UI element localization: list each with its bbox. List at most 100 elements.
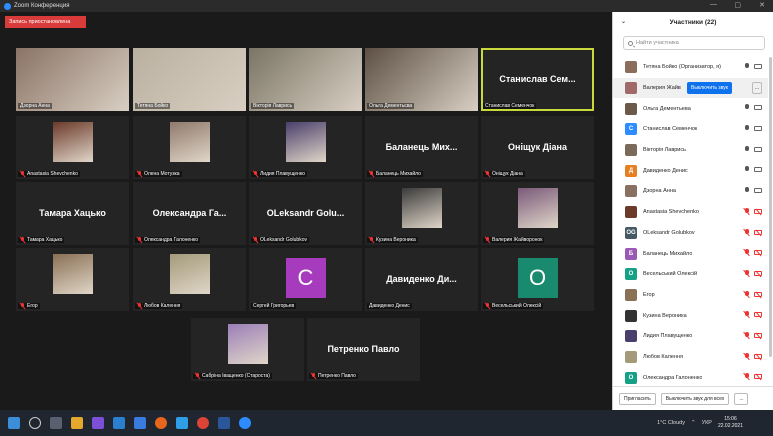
- mic-muted-icon: [745, 290, 749, 298]
- participant-row[interactable]: Вікторія Лаврись: [613, 140, 768, 161]
- mute-participant-button[interactable]: Выключить звук: [687, 81, 732, 94]
- participant-display-name: Давиденко Ди...: [386, 273, 457, 284]
- participant-row[interactable]: Б Баланець Михайло: [613, 243, 768, 264]
- camera-off-icon: [754, 229, 762, 235]
- system-tray: 1°C Cloudy ⌃ УКР 15:06 22.02.2021: [657, 416, 743, 430]
- more-options-button[interactable]: ...: [734, 392, 749, 405]
- video-tile[interactable]: Егор: [16, 248, 129, 311]
- mic-icon: [745, 63, 749, 70]
- edge-icon[interactable]: [113, 417, 125, 429]
- firefox-icon[interactable]: [155, 417, 167, 429]
- participant-name-label: OLeksandr Golubkov: [251, 237, 309, 243]
- camera-icon: [754, 167, 762, 173]
- video-tile[interactable]: Дзорна Анна: [16, 48, 129, 111]
- zoom-taskbar-icon[interactable]: [239, 417, 251, 429]
- file-explorer-icon[interactable]: [71, 417, 83, 429]
- windows-start-icon[interactable]: [8, 417, 20, 429]
- mic-muted-icon: [485, 171, 490, 177]
- participant-row[interactable]: Егор: [613, 285, 768, 306]
- clock-time: 15:06: [724, 416, 737, 422]
- word-icon[interactable]: [218, 417, 230, 429]
- video-tile[interactable]: Валерия Жайворонок: [481, 182, 594, 245]
- video-tile[interactable]: Ольга Дементьєва: [365, 48, 478, 111]
- clock[interactable]: 15:06 22.02.2021: [718, 416, 743, 430]
- participant-name: Давиденко Денис: [369, 303, 410, 309]
- video-tile[interactable]: Вікторія Лаврись: [249, 48, 362, 111]
- participant-row[interactable]: Кузина Вероника: [613, 305, 768, 326]
- search-participant-input[interactable]: Найти участника: [623, 36, 765, 50]
- participant-name: OLeksandr Golubkov: [643, 229, 695, 236]
- participant-video: [365, 48, 478, 111]
- participant-row[interactable]: Anastasia Shevchenko: [613, 202, 768, 223]
- video-tile[interactable]: Давиденко Ди... Давиденко Денис: [365, 248, 478, 311]
- participant-name-label: Валерия Жайворонок: [483, 237, 545, 243]
- maximize-button[interactable]: ▢: [734, 1, 741, 9]
- profile-picture: [401, 188, 442, 228]
- participant-row[interactable]: О Весельський Олексій: [613, 264, 768, 285]
- video-tile[interactable]: OLeksandr Golu... OLeksandr Golubkov: [249, 182, 362, 245]
- zoom-logo-icon: [4, 2, 11, 10]
- mail-icon[interactable]: [176, 417, 188, 429]
- participant-name: Баланець Михайло: [643, 250, 693, 257]
- title-bar: Zoom Конференция — ▢ ✕: [0, 0, 773, 12]
- video-tile[interactable]: Любов Калення: [133, 248, 246, 311]
- participant-row[interactable]: С Станислав Семенчок: [613, 119, 768, 140]
- participant-name: Весельський Олексій: [643, 271, 698, 278]
- participant-name-label: Любов Калення: [135, 303, 183, 309]
- video-tile[interactable]: Лидия Плавущенко: [249, 116, 362, 179]
- participant-name: Егор: [27, 303, 38, 309]
- mic-muted-icon: [369, 237, 374, 243]
- participant-name-label: Сабріна Іващенко (Староста): [193, 373, 272, 379]
- more-options-button[interactable]: ...: [752, 81, 762, 94]
- video-tile[interactable]: Кузина Вероника: [365, 182, 478, 245]
- participant-status-icons: [745, 290, 762, 298]
- participant-name: Давиденко Денис: [643, 167, 688, 174]
- teams-icon[interactable]: [92, 417, 104, 429]
- search-icon[interactable]: [29, 417, 41, 429]
- video-tile[interactable]: Тамара Хацько Тамара Хацько: [16, 182, 129, 245]
- chrome-icon[interactable]: [197, 417, 209, 429]
- participant-row[interactable]: Д Давиденко Денис: [613, 160, 768, 181]
- minimize-button[interactable]: —: [710, 1, 717, 8]
- camera-off-icon: [754, 291, 762, 297]
- store-icon[interactable]: [134, 417, 146, 429]
- chevron-down-icon[interactable]: ⌄: [621, 18, 626, 25]
- mic-muted-icon: [195, 373, 200, 379]
- participant-row[interactable]: Дзорна Анна: [613, 181, 768, 202]
- participant-name: Лидия Плавущенко: [260, 171, 305, 177]
- participant-row[interactable]: Тетяна Бойко (Организатор, я): [613, 57, 768, 78]
- invite-button[interactable]: Пригласить: [619, 392, 656, 405]
- participant-row[interactable]: Любов Калення: [613, 347, 768, 368]
- video-tile[interactable]: Станислав Сем... Станислав Семенчок: [481, 48, 594, 111]
- weather-label[interactable]: 1°C Cloudy: [657, 420, 685, 426]
- chevron-up-icon[interactable]: ⌃: [691, 420, 696, 426]
- participant-name: Егор: [643, 291, 655, 298]
- participant-row[interactable]: Валерия Жайв Выключить звук...: [613, 77, 768, 99]
- video-tile[interactable]: Anastasia Shevchenko: [16, 116, 129, 179]
- scrollbar[interactable]: [769, 57, 772, 357]
- task-view-icon[interactable]: [50, 417, 62, 429]
- video-tile[interactable]: Сабріна Іващенко (Староста): [191, 318, 304, 381]
- avatar: [625, 330, 637, 343]
- participants-footer: Пригласить Выключить звук для всех ...: [613, 386, 773, 410]
- video-tile[interactable]: Олександра Га... Олександра Галоненко: [133, 182, 246, 245]
- participant-row[interactable]: OG OLeksandr Golubkov: [613, 223, 768, 244]
- video-tile[interactable]: Тетяна Бойко: [133, 48, 246, 111]
- video-tile[interactable]: Петренко Павло Петренко Павло: [307, 318, 420, 381]
- recording-paused-badge[interactable]: Запись приостановлена: [5, 16, 86, 28]
- participant-row[interactable]: Лидия Плавущенко: [613, 326, 768, 347]
- video-tile[interactable]: C Сергей Григорьев: [249, 248, 362, 311]
- mic-muted-icon: [253, 237, 258, 243]
- video-tile[interactable]: Оніщук Діана Оніщук Діана: [481, 116, 594, 179]
- mute-all-button[interactable]: Выключить звук для всех: [660, 392, 730, 405]
- language-indicator[interactable]: УКР: [702, 420, 712, 426]
- participant-name-label: Anastasia Shevchenko: [18, 171, 80, 177]
- participant-name: Anastasia Shevchenko: [27, 171, 78, 177]
- participant-row[interactable]: Ольга Дементьева: [613, 98, 768, 119]
- participant-name: Вікторія Лаврись: [643, 147, 686, 154]
- close-button[interactable]: ✕: [759, 1, 765, 9]
- video-tile[interactable]: Баланець Мих... Баланець Михайло: [365, 116, 478, 179]
- participant-row[interactable]: О Олександра Галоненко: [613, 367, 768, 388]
- video-tile[interactable]: O Весельський Олексій: [481, 248, 594, 311]
- video-tile[interactable]: Олена Мотузка: [133, 116, 246, 179]
